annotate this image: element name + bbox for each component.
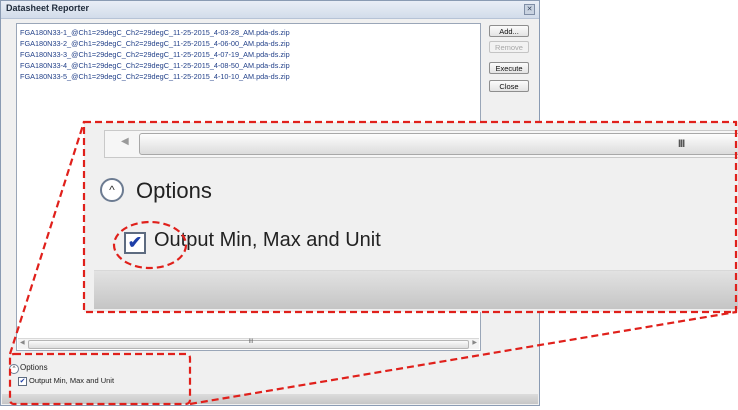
checkbox-highlight-circle	[112, 220, 188, 270]
source-region-highlight	[8, 352, 192, 406]
callout-line-top	[8, 121, 86, 355]
callout-line-bottom	[189, 310, 737, 406]
annotation-overlay	[8, 120, 738, 406]
callout-frame	[82, 120, 738, 314]
